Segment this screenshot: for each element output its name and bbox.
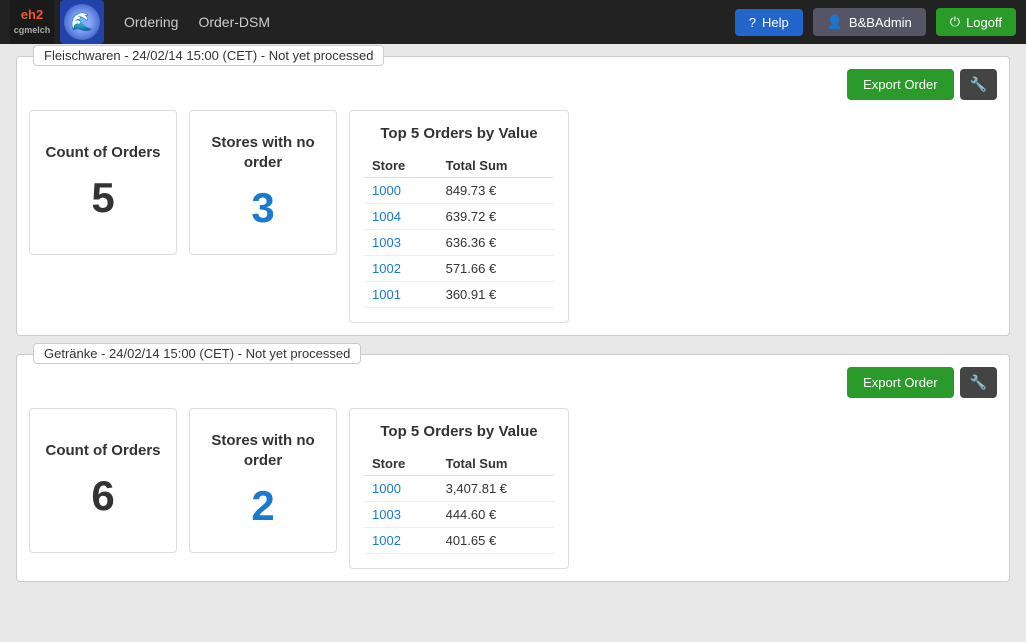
col-total-2: Total Sum — [438, 452, 554, 476]
logo-box: eh2 cgmelch — [10, 0, 54, 44]
count-orders-label-2: Count of Orders — [46, 441, 161, 461]
count-orders-label-1: Count of Orders — [46, 143, 161, 163]
stores-no-order-label-2: Stores with no order — [204, 431, 322, 470]
nav-order-dsm[interactable]: Order-DSM — [198, 14, 270, 30]
table-row: 1002571.66 € — [364, 256, 554, 282]
admin-label: B&BAdmin — [849, 15, 912, 30]
section-getraenke-title: Getränke - 24/02/14 15:00 (CET) - Not ye… — [44, 346, 350, 361]
total-cell: 360.91 € — [438, 282, 554, 308]
store-link-cell[interactable]: 1000 — [364, 476, 438, 502]
section-fleischwaren-body: Count of Orders 5 Stores with no order 3… — [29, 110, 997, 323]
table-row: 1003636.36 € — [364, 230, 554, 256]
store-link-cell[interactable]: 1001 — [364, 282, 438, 308]
logoff-label: Logoff — [966, 15, 1002, 30]
section-fleischwaren-title: Fleischwaren - 24/02/14 15:00 (CET) - No… — [44, 48, 373, 63]
stores-no-order-card-1: Stores with no order 3 — [189, 110, 337, 255]
help-label: Help — [762, 15, 789, 30]
table-header-row-2: Store Total Sum — [364, 452, 554, 476]
top-orders-title-1: Top 5 Orders by Value — [364, 125, 554, 142]
export-row-2: Export Order 🔧 — [29, 367, 997, 398]
stores-no-order-label-1: Stores with no order — [204, 133, 322, 172]
logo-badge: 🌊 — [60, 0, 104, 44]
store-link-cell[interactable]: 1004 — [364, 204, 438, 230]
store-link-cell[interactable]: 1003 — [364, 502, 438, 528]
store-link-cell[interactable]: 1003 — [364, 230, 438, 256]
table-row: 1000849.73 € — [364, 178, 554, 204]
section-fleischwaren-header: Fleischwaren - 24/02/14 15:00 (CET) - No… — [33, 45, 384, 66]
table-header-row: Store Total Sum — [364, 154, 554, 178]
export-row-1: Export Order 🔧 — [29, 69, 997, 100]
total-cell: 401.65 € — [438, 528, 554, 554]
badge-icon: 🌊 — [64, 4, 100, 40]
help-button[interactable]: ? Help — [735, 9, 803, 36]
stores-no-order-value-1: 3 — [251, 184, 274, 232]
table-row: 1001360.91 € — [364, 282, 554, 308]
logo-area: eh2 cgmelch 🌊 — [10, 0, 104, 44]
table-row: 10003,407.81 € — [364, 476, 554, 502]
count-orders-card-2: Count of Orders 6 — [29, 408, 177, 553]
col-total-1: Total Sum — [438, 154, 554, 178]
admin-button[interactable]: 👤 B&BAdmin — [813, 8, 926, 36]
table-row: 1004639.72 € — [364, 204, 554, 230]
total-cell: 849.73 € — [438, 178, 554, 204]
export-order-button-1[interactable]: Export Order — [847, 69, 953, 100]
logoff-button[interactable]: ⏻ Logoff — [936, 8, 1016, 36]
stores-no-order-value-2: 2 — [251, 482, 274, 530]
stores-no-order-card-2: Stores with no order 2 — [189, 408, 337, 553]
count-orders-card-1: Count of Orders 5 — [29, 110, 177, 255]
nav-links: Ordering Order-DSM — [124, 14, 270, 30]
total-cell: 571.66 € — [438, 256, 554, 282]
orders-table-2: Store Total Sum 10003,407.81 €1003444.60… — [364, 452, 554, 554]
store-link-cell[interactable]: 1000 — [364, 178, 438, 204]
top-orders-card-1: Top 5 Orders by Value Store Total Sum 10… — [349, 110, 569, 323]
total-cell: 444.60 € — [438, 502, 554, 528]
table-row: 1002401.65 € — [364, 528, 554, 554]
help-icon: ? — [749, 15, 756, 30]
navbar: eh2 cgmelch 🌊 Ordering Order-DSM ? Help … — [0, 0, 1026, 44]
user-icon: 👤 — [827, 14, 843, 30]
store-link-cell[interactable]: 1002 — [364, 528, 438, 554]
count-orders-value-2: 6 — [91, 472, 114, 520]
power-icon: ⏻ — [950, 14, 960, 30]
export-order-button-2[interactable]: Export Order — [847, 367, 953, 398]
total-cell: 639.72 € — [438, 204, 554, 230]
col-store-2: Store — [364, 452, 438, 476]
logo-brand: eh2 — [21, 7, 43, 22]
wrench-button-2[interactable]: 🔧 — [960, 367, 997, 398]
section-getraenke-header: Getränke - 24/02/14 15:00 (CET) - Not ye… — [33, 343, 361, 364]
col-store-1: Store — [364, 154, 438, 178]
wrench-button-1[interactable]: 🔧 — [960, 69, 997, 100]
section-getraenke: Getränke - 24/02/14 15:00 (CET) - Not ye… — [16, 354, 1010, 582]
top-orders-title-2: Top 5 Orders by Value — [364, 423, 554, 440]
total-cell: 3,407.81 € — [438, 476, 554, 502]
orders-table-1: Store Total Sum 1000849.73 €1004639.72 €… — [364, 154, 554, 308]
nav-ordering[interactable]: Ordering — [124, 14, 178, 30]
store-link-cell[interactable]: 1002 — [364, 256, 438, 282]
main-content: Fleischwaren - 24/02/14 15:00 (CET) - No… — [0, 44, 1026, 612]
section-getraenke-body: Count of Orders 6 Stores with no order 2… — [29, 408, 997, 569]
section-fleischwaren: Fleischwaren - 24/02/14 15:00 (CET) - No… — [16, 56, 1010, 336]
count-orders-value-1: 5 — [91, 174, 114, 222]
top-orders-card-2: Top 5 Orders by Value Store Total Sum 10… — [349, 408, 569, 569]
total-cell: 636.36 € — [438, 230, 554, 256]
table-row: 1003444.60 € — [364, 502, 554, 528]
logo-text: eh2 cgmelch — [14, 8, 51, 37]
